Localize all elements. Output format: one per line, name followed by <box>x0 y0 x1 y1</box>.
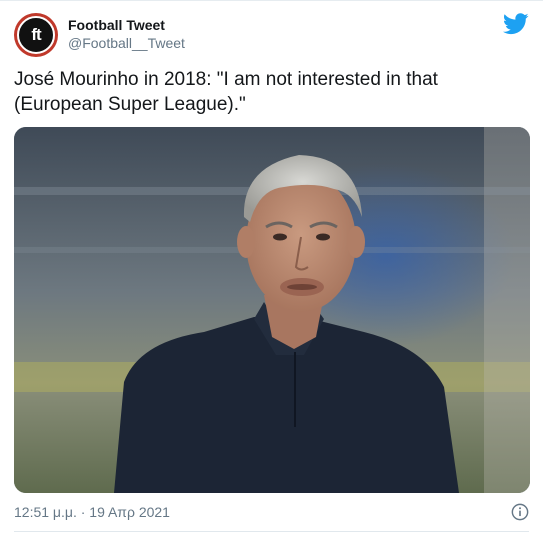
divider <box>14 531 529 532</box>
info-icon[interactable] <box>511 503 529 521</box>
tweet-photo[interactable] <box>14 127 530 493</box>
twitter-bird-icon[interactable] <box>503 13 529 35</box>
timestamp[interactable]: 12:51 μ.μ. · 19 Απρ 2021 <box>14 504 170 520</box>
tweet-text: José Mourinho in 2018: "I am not interes… <box>14 69 438 115</box>
avatar-text: ft <box>31 25 41 44</box>
tweet-footer: 12:51 μ.μ. · 19 Απρ 2021 <box>14 501 529 525</box>
handle[interactable]: @Football__Tweet <box>68 34 185 52</box>
tweet-card: ft Football Tweet @Football__Tweet José … <box>0 0 543 539</box>
author-names: Football Tweet @Football__Tweet <box>68 16 185 52</box>
photo-content <box>14 127 530 493</box>
avatar[interactable]: ft <box>14 13 58 57</box>
tweet-header: ft Football Tweet @Football__Tweet <box>14 11 529 57</box>
ft-logo-icon: ft <box>17 16 55 54</box>
display-name[interactable]: Football Tweet <box>68 16 185 34</box>
